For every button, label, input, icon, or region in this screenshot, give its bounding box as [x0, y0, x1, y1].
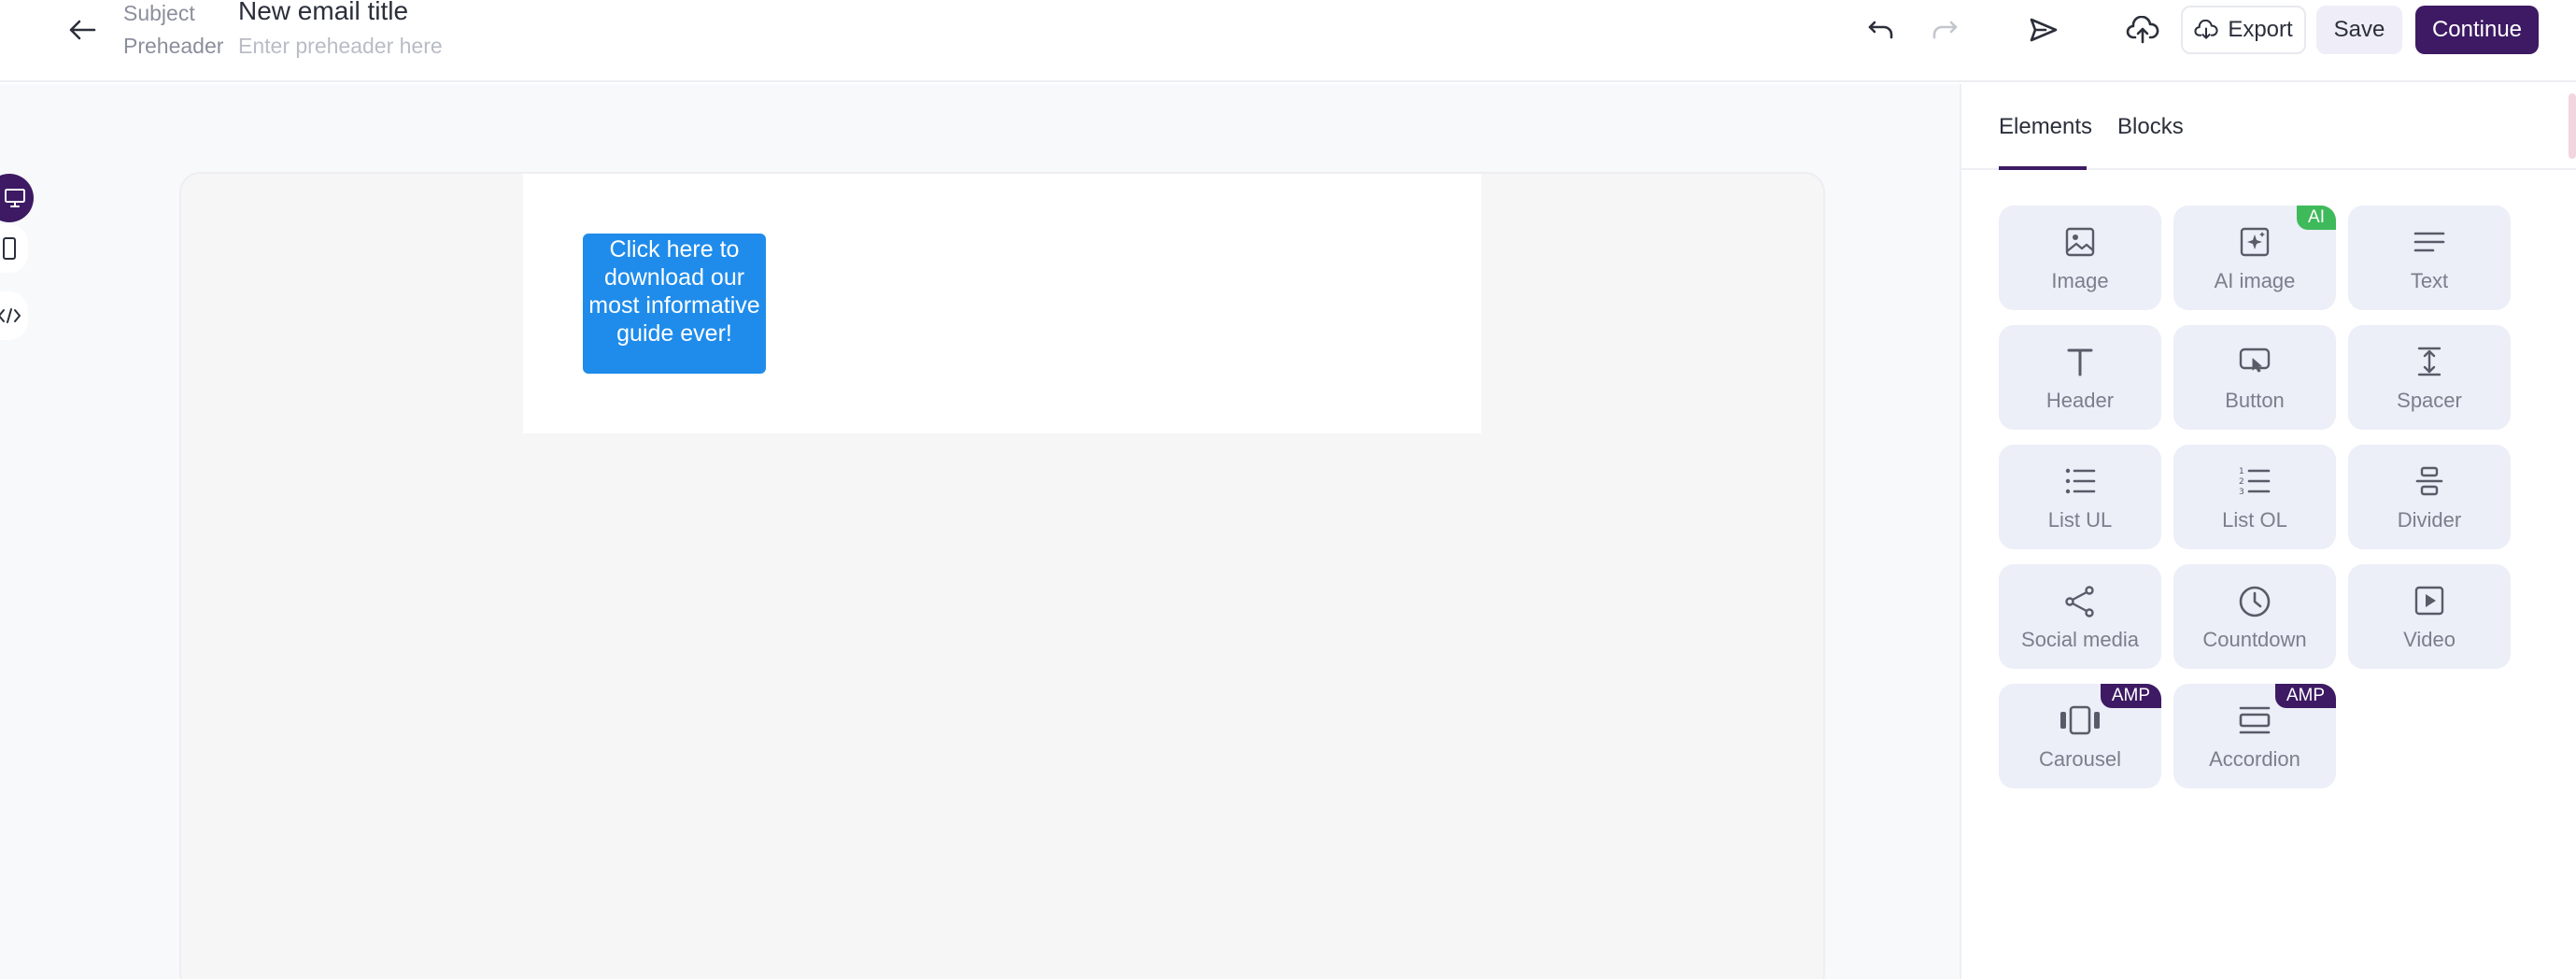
svg-text:1: 1: [2239, 467, 2244, 476]
tile-label: Countdown: [2202, 628, 2307, 651]
export-label: Export: [2228, 17, 2293, 42]
element-social-media[interactable]: Social media: [1999, 564, 2161, 669]
element-countdown[interactable]: Countdown: [2173, 564, 2336, 669]
send-icon: [2030, 18, 2058, 42]
tile-label: Text: [2410, 269, 2449, 292]
email-cta-button[interactable]: Click here to download our most informat…: [583, 234, 766, 374]
button-icon: [2239, 348, 2271, 373]
upload-button[interactable]: [2122, 11, 2163, 49]
tile-label: Image: [2051, 269, 2109, 292]
svg-text:3: 3: [2239, 488, 2244, 497]
arrow-left-icon: [69, 20, 96, 40]
svg-text:2: 2: [2239, 477, 2244, 487]
tile-label: List OL: [2222, 508, 2287, 532]
tab-elements[interactable]: Elements: [1999, 114, 2092, 140]
element-text[interactable]: Text: [2348, 206, 2511, 310]
video-icon: [2414, 586, 2444, 616]
element-image[interactable]: Image: [1999, 206, 2161, 310]
spacer-icon: [2417, 347, 2442, 376]
element-video[interactable]: Video: [2348, 564, 2511, 669]
element-carousel[interactable]: AMP Carousel: [1999, 684, 2161, 788]
back-button[interactable]: [64, 13, 101, 47]
tile-label: Spacer: [2397, 389, 2462, 412]
tile-label: Carousel: [2038, 747, 2122, 771]
list-ol-icon: 123: [2239, 467, 2271, 497]
panel-scrollbar[interactable]: [2569, 93, 2576, 159]
countdown-icon: [2239, 586, 2271, 617]
mobile-icon: [3, 237, 16, 260]
tile-label: Button: [2225, 389, 2285, 412]
subject-field[interactable]: New email title: [238, 0, 408, 25]
preheader-input[interactable]: [238, 31, 705, 61]
save-button[interactable]: Save: [2316, 6, 2402, 54]
ai-image-icon: [2240, 227, 2270, 257]
top-bar: Subject New email title Preheader Export…: [0, 0, 2576, 82]
export-button[interactable]: Export: [2181, 6, 2306, 54]
tile-label: Accordion: [2209, 747, 2300, 771]
element-list-ul[interactable]: List UL: [1999, 445, 2161, 549]
divider-icon: [2415, 466, 2443, 496]
elements-panel: Elements Blocks Image AI AI image Text H…: [1960, 84, 2576, 979]
cloud-download-icon: [2194, 20, 2218, 39]
undo-icon: [1868, 21, 1893, 39]
tile-label: AI image: [2214, 269, 2296, 292]
image-icon: [2065, 227, 2095, 257]
list-ul-icon: [2065, 468, 2096, 494]
social-media-icon: [2065, 586, 2094, 617]
subject-label: Subject: [123, 1, 195, 25]
tile-label: Social media: [2021, 628, 2139, 651]
code-view-toggle[interactable]: [0, 291, 28, 340]
active-tab-indicator: [1999, 166, 2087, 170]
element-header[interactable]: Header: [1999, 325, 2161, 430]
element-divider[interactable]: Divider: [2348, 445, 2511, 549]
header-icon: [2067, 348, 2093, 376]
preheader-label: Preheader: [123, 34, 224, 58]
element-spacer[interactable]: Spacer: [2348, 325, 2511, 430]
tile-label: Divider: [2397, 508, 2462, 532]
text-icon: [2413, 232, 2445, 252]
mobile-view-toggle[interactable]: [0, 224, 28, 273]
element-ai-image[interactable]: AI AI image: [2173, 206, 2336, 310]
send-test-button[interactable]: [2023, 11, 2064, 49]
element-accordion[interactable]: AMP Accordion: [2173, 684, 2336, 788]
code-icon: [0, 308, 21, 323]
undo-button[interactable]: [1861, 11, 1902, 49]
tile-label: Video: [2403, 628, 2456, 651]
element-list-ol[interactable]: 123 List OL: [2173, 445, 2336, 549]
element-button[interactable]: Button: [2173, 325, 2336, 430]
redo-icon: [1932, 21, 1958, 39]
cloud-upload-icon: [2126, 16, 2159, 44]
tile-label: List UL: [2047, 508, 2113, 532]
tile-label: Header: [2045, 389, 2115, 412]
panel-tabs: Elements Blocks: [1961, 84, 2576, 170]
desktop-icon: [5, 189, 25, 207]
accordion-icon: [2239, 706, 2271, 734]
tab-blocks[interactable]: Blocks: [2117, 114, 2184, 140]
carousel-icon: [2060, 705, 2100, 735]
redo-button[interactable]: [1924, 11, 1965, 49]
continue-button[interactable]: Continue: [2415, 6, 2539, 54]
